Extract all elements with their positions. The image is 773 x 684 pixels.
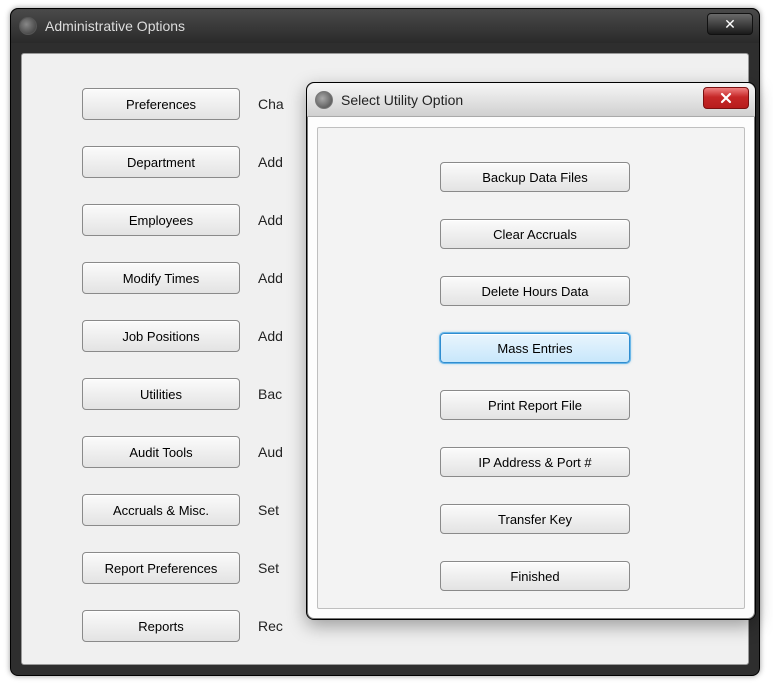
modify-times-button[interactable]: Modify Times [82, 262, 240, 294]
utilities-desc: Bac [258, 386, 282, 402]
employees-button[interactable]: Employees [82, 204, 240, 236]
report-preferences-desc: Set [258, 560, 279, 576]
reports-button[interactable]: Reports [82, 610, 240, 642]
ip-address-port-button[interactable]: IP Address & Port # [440, 447, 630, 477]
report-preferences-button[interactable]: Report Preferences [82, 552, 240, 584]
dialog-title: Select Utility Option [341, 92, 463, 108]
modify-times-desc: Add [258, 270, 283, 286]
preferences-desc: Cha [258, 96, 284, 112]
app-icon [19, 17, 37, 35]
print-report-file-button[interactable]: Print Report File [440, 390, 630, 420]
finished-button[interactable]: Finished [440, 561, 630, 591]
job-positions-desc: Add [258, 328, 283, 344]
dialog-close-button[interactable] [703, 87, 749, 109]
dialog-body: Backup Data Files Clear Accruals Delete … [317, 127, 745, 609]
accruals-misc-button[interactable]: Accruals & Misc. [82, 494, 240, 526]
utilities-button[interactable]: Utilities [82, 378, 240, 410]
mass-entries-button[interactable]: Mass Entries [440, 333, 630, 363]
preferences-button[interactable]: Preferences [82, 88, 240, 120]
close-icon [719, 91, 733, 105]
dialog-app-icon [315, 91, 333, 109]
department-desc: Add [258, 154, 283, 170]
delete-hours-data-button[interactable]: Delete Hours Data [440, 276, 630, 306]
admin-row-accruals: Accruals & Misc. Set [82, 494, 279, 526]
audit-tools-button[interactable]: Audit Tools [82, 436, 240, 468]
admin-row-department: Department Add [82, 146, 283, 178]
admin-row-audit-tools: Audit Tools Aud [82, 436, 283, 468]
job-positions-button[interactable]: Job Positions [82, 320, 240, 352]
admin-row-job-positions: Job Positions Add [82, 320, 283, 352]
dialog-titlebar[interactable]: Select Utility Option [307, 83, 755, 117]
backup-data-files-button[interactable]: Backup Data Files [440, 162, 630, 192]
select-utility-dialog: Select Utility Option Backup Data Files … [306, 82, 756, 620]
admin-window-title: Administrative Options [45, 18, 185, 34]
admin-row-utilities: Utilities Bac [82, 378, 282, 410]
clear-accruals-button[interactable]: Clear Accruals [440, 219, 630, 249]
department-button[interactable]: Department [82, 146, 240, 178]
transfer-key-button[interactable]: Transfer Key [440, 504, 630, 534]
employees-desc: Add [258, 212, 283, 228]
close-icon: ✕ [724, 16, 736, 33]
audit-tools-desc: Aud [258, 444, 283, 460]
admin-row-report-prefs: Report Preferences Set [82, 552, 279, 584]
admin-titlebar[interactable]: Administrative Options ✕ [11, 9, 759, 43]
reports-desc: Rec [258, 618, 283, 634]
admin-row-modify-times: Modify Times Add [82, 262, 283, 294]
admin-close-button[interactable]: ✕ [707, 13, 753, 35]
accruals-misc-desc: Set [258, 502, 279, 518]
admin-row-preferences: Preferences Cha [82, 88, 284, 120]
admin-row-reports: Reports Rec [82, 610, 283, 642]
admin-row-employees: Employees Add [82, 204, 283, 236]
